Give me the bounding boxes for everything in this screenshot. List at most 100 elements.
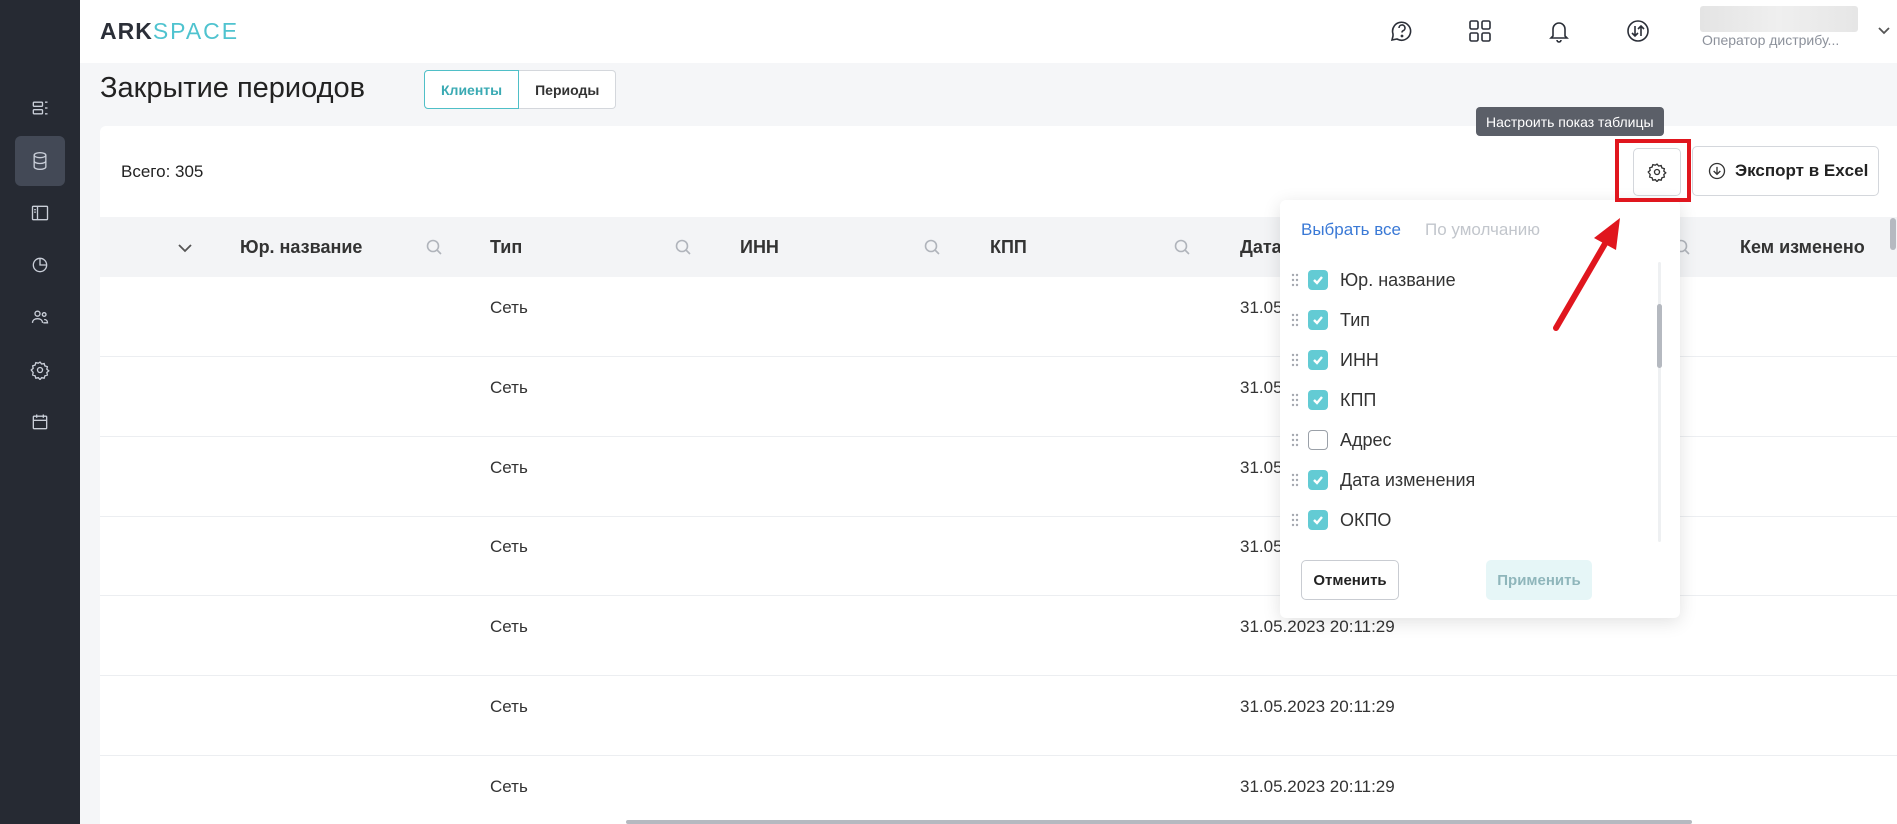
panel-scrollbar[interactable]: [1657, 304, 1662, 368]
cell-date: 31.05.2023 20:11:29: [1240, 777, 1395, 796]
help-chat-icon: [1390, 21, 1412, 42]
export-excel-button[interactable]: Экспорт в Excel: [1692, 146, 1879, 196]
checkbox-checked[interactable]: [1308, 270, 1328, 290]
apps-button[interactable]: [1463, 14, 1497, 48]
page-title: Закрытие периодов: [100, 72, 366, 104]
column-option-label: Юр. название: [1340, 269, 1456, 290]
sidebar-item-analytics[interactable]: [15, 240, 65, 290]
table-vertical-scrollbar[interactable]: [1890, 218, 1896, 250]
cell-type: Сеть: [490, 378, 528, 397]
cell-date: 31.05.2023 20:11:29: [1240, 617, 1395, 636]
page-tabs: Клиенты Периоды: [424, 70, 617, 109]
cell-type: Сеть: [490, 617, 528, 636]
column-header-legal-name[interactable]: Юр. название: [240, 217, 362, 277]
column-header-date[interactable]: Дата: [1240, 217, 1282, 277]
users-icon: [31, 310, 49, 324]
check-icon: [1313, 516, 1323, 525]
download-icon: [1708, 162, 1726, 180]
cell-date: 31.05: [1240, 537, 1283, 556]
checkbox-checked[interactable]: [1308, 510, 1328, 530]
user-role[interactable]: Оператор дистрибу...: [1702, 32, 1839, 48]
sidebar-item-data[interactable]: [15, 136, 65, 186]
select-all-link[interactable]: Выбрать все: [1301, 220, 1401, 240]
export-excel-label: Экспорт в Excel: [1735, 161, 1869, 180]
notifications-button[interactable]: [1542, 14, 1576, 48]
column-search-type[interactable]: [674, 217, 692, 277]
checkbox-unchecked[interactable]: [1308, 430, 1328, 450]
sidebar: [0, 0, 80, 824]
checkbox-checked[interactable]: [1308, 470, 1328, 490]
column-option-label: Тип: [1340, 309, 1371, 330]
cell-type: Сеть: [490, 458, 528, 477]
sync-button[interactable]: [1621, 14, 1655, 48]
gear-icon: [30, 361, 50, 380]
cell-type: Сеть: [490, 537, 528, 556]
cell-date: 31.05: [1240, 298, 1283, 317]
cell-type: Сеть: [490, 777, 528, 796]
cancel-button[interactable]: Отменить: [1301, 560, 1399, 600]
checkbox-checked[interactable]: [1308, 350, 1328, 370]
sidebar-item-users[interactable]: [15, 292, 65, 342]
column-option-label: КПП: [1340, 389, 1377, 410]
sidebar-item-catalog[interactable]: [15, 188, 65, 238]
tab-periods[interactable]: Периоды: [519, 70, 617, 109]
column-option-kpp[interactable]: КПП: [1286, 380, 1376, 420]
table-row[interactable]: Сеть 31.05.2023 20:11:29: [100, 756, 1897, 824]
cell-type: Сеть: [490, 697, 528, 716]
annotation-arrow-icon: [1553, 218, 1620, 331]
drag-handle-icon[interactable]: [1286, 433, 1304, 447]
cell-date: 31.05: [1240, 378, 1283, 397]
drag-handle-icon[interactable]: [1286, 473, 1304, 487]
total-count: Всего: 305: [121, 162, 204, 181]
reset-default-link[interactable]: По умолчанию: [1425, 220, 1540, 240]
column-option-date-changed[interactable]: Дата изменения: [1286, 460, 1475, 500]
column-search-kpp[interactable]: [1173, 217, 1191, 277]
chevron-down-icon: [1878, 27, 1890, 35]
expand-all-toggle[interactable]: [176, 217, 194, 277]
drag-handle-icon[interactable]: [1286, 513, 1304, 527]
sidebar-item-settings[interactable]: [15, 345, 65, 395]
column-search-legal-name[interactable]: [425, 217, 443, 277]
column-header-type[interactable]: Тип: [490, 217, 522, 277]
table-row[interactable]: Сеть 31.05.2023 20:11:29: [100, 676, 1897, 756]
check-icon: [1313, 396, 1323, 405]
apply-button[interactable]: Применить: [1486, 560, 1592, 600]
checkbox-checked[interactable]: [1308, 310, 1328, 330]
column-option-okpo[interactable]: ОКПО: [1286, 500, 1391, 540]
search-icon: [1174, 239, 1190, 255]
checkbox-checked[interactable]: [1308, 390, 1328, 410]
sidebar-item-calendar[interactable]: [15, 397, 65, 447]
drag-handle-icon[interactable]: [1286, 353, 1304, 367]
column-header-kpp[interactable]: КПП: [990, 217, 1027, 277]
column-option-label: Адрес: [1340, 429, 1392, 450]
sidebar-item-reports[interactable]: [15, 83, 65, 133]
user-menu-toggle[interactable]: [1876, 22, 1892, 43]
check-icon: [1313, 476, 1323, 485]
column-option-legal-name[interactable]: Юр. название: [1286, 260, 1456, 300]
column-header-changed-by[interactable]: Кем изменено: [1740, 217, 1865, 277]
tab-clients[interactable]: Клиенты: [424, 70, 520, 109]
drag-handle-icon[interactable]: [1286, 393, 1304, 407]
chevron-down-icon: [178, 244, 192, 253]
column-option-inn[interactable]: ИНН: [1286, 340, 1379, 380]
column-option-type[interactable]: Тип: [1286, 300, 1370, 340]
drag-handle-icon[interactable]: [1286, 313, 1304, 327]
cell-date: 31.05.2023 20:11:29: [1240, 697, 1395, 716]
column-option-label: ОКПО: [1340, 509, 1392, 530]
layout-list-icon: [32, 101, 48, 115]
column-search-inn[interactable]: [923, 217, 941, 277]
logo-space: SPACE: [152, 18, 240, 44]
user-name-blurred[interactable]: [1700, 6, 1858, 32]
logo[interactable]: ARK SPACE: [100, 18, 239, 45]
column-option-label: Дата изменения: [1340, 469, 1476, 490]
database-icon: [33, 152, 47, 171]
search-icon: [426, 239, 442, 255]
bell-icon: [1549, 22, 1569, 43]
cell-type: Сеть: [490, 298, 528, 317]
drag-handle-icon[interactable]: [1286, 273, 1304, 287]
annotation-highlight-box: [1615, 139, 1691, 202]
column-header-inn[interactable]: ИНН: [740, 217, 779, 277]
help-chat-button[interactable]: [1385, 14, 1419, 48]
column-option-address[interactable]: Адрес: [1286, 420, 1392, 460]
table-horizontal-scrollbar[interactable]: [626, 820, 1692, 824]
